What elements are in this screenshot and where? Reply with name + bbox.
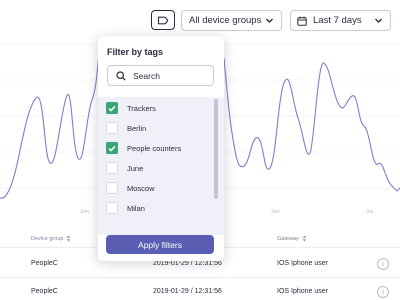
tag-filter-button[interactable]: [151, 10, 175, 30]
column-header-gateway[interactable]: Gateway: [277, 235, 307, 242]
tag-option-trackers[interactable]: Trackers: [106, 101, 156, 115]
checkbox[interactable]: [106, 102, 118, 114]
device-group-cell: PeopleC: [31, 260, 58, 267]
tag-search-input[interactable]: [133, 70, 213, 81]
tag-search-box[interactable]: [107, 65, 214, 86]
x-tick-label: Jul: [366, 209, 374, 215]
tag-icon: [157, 16, 169, 24]
info-icon[interactable]: i: [377, 286, 389, 298]
chevron-down-icon: [375, 18, 382, 23]
tag-option-label: Moscow: [127, 183, 155, 193]
device-group-cell: PeopleC: [31, 288, 58, 295]
checkbox[interactable]: [106, 122, 118, 134]
tag-option-june[interactable]: June: [106, 161, 143, 175]
x-tick-label: Jun: [271, 209, 280, 215]
search-icon: [116, 70, 126, 81]
chevron-down-icon: [266, 18, 273, 23]
tag-option-people-counters[interactable]: People counters: [106, 141, 181, 155]
filter-by-tags-popover: Filter by tags Trackers Berlin People co…: [98, 36, 224, 261]
tag-option-milan[interactable]: Milan: [106, 201, 145, 215]
apply-filters-button[interactable]: Apply filters: [106, 235, 214, 254]
gateway-cell: IOS Iphone user: [277, 260, 328, 267]
divider: [0, 277, 400, 278]
tag-option-berlin[interactable]: Berlin: [106, 121, 146, 135]
date-range-value: Last 7 days: [313, 15, 362, 26]
tag-list[interactable]: Trackers Berlin People counters June Mos…: [98, 97, 224, 235]
gateway-cell: IOS Iphone user: [277, 288, 328, 295]
tag-option-label: June: [127, 163, 144, 173]
device-groups-select[interactable]: All device groups: [181, 10, 282, 31]
column-header-device-group[interactable]: Device group: [31, 235, 71, 242]
checkbox[interactable]: [106, 162, 118, 174]
sort-icon: [302, 235, 307, 242]
table-row[interactable]: PeopleC 2019-01-29 / 12:31:56 IOS Iphone…: [0, 284, 400, 300]
checkbox[interactable]: [106, 182, 118, 194]
tag-list-scrollbar[interactable]: [214, 99, 218, 199]
timestamp-cell: 2019-01-29 / 12:31:56: [153, 260, 222, 267]
device-groups-value: All device groups: [189, 15, 262, 26]
checkbox[interactable]: [106, 202, 118, 214]
info-icon[interactable]: i: [377, 258, 389, 270]
timestamp-cell: 2019-01-29 / 12:31:56: [153, 288, 222, 295]
date-range-select[interactable]: Last 7 days: [290, 10, 391, 31]
checkmark-icon: [108, 145, 116, 152]
column-header-label: Gateway: [277, 235, 299, 242]
x-tick-label: Jun: [80, 209, 89, 215]
tag-option-label: People counters: [127, 143, 182, 153]
tag-option-label: Trackers: [127, 103, 156, 113]
calendar-icon: [297, 16, 307, 26]
checkbox[interactable]: [106, 142, 118, 154]
tag-option-label: Berlin: [127, 123, 147, 133]
tag-option-moscow[interactable]: Moscow: [106, 181, 155, 195]
popover-title: Filter by tags: [107, 47, 164, 57]
tag-option-label: Milan: [127, 203, 145, 213]
sort-icon: [66, 235, 71, 242]
column-header-label: Device group: [31, 235, 64, 242]
checkmark-icon: [108, 105, 116, 112]
